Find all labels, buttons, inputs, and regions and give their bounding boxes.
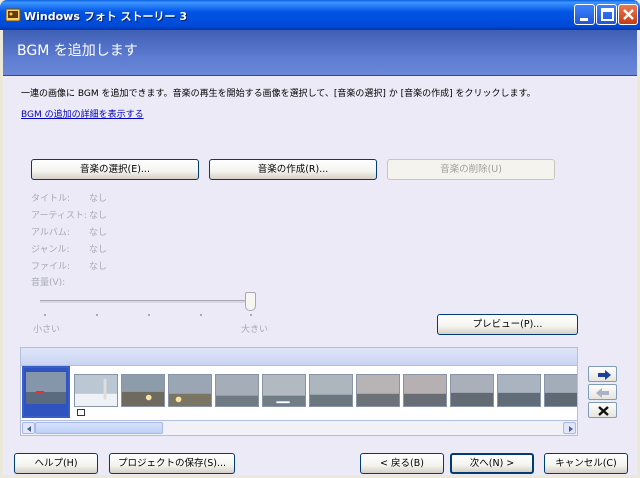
photo-thumbnail [545,375,577,406]
filmstrip-thumbnail-selected[interactable] [22,366,70,418]
photo-thumbnail [404,375,446,406]
photo-thumbnail [122,375,164,406]
slider-tick [250,314,252,316]
genre-value: なし [89,245,108,255]
photo-story-window: Windows フォト ストーリー 3 BGM を追加します 一連の画像に BG… [0,0,640,478]
move-right-button[interactable] [588,366,617,382]
preview-button[interactable]: プレビュー(P)... [437,314,578,335]
arrow-left-icon [596,388,609,398]
volume-min-label: 小さい [33,325,61,335]
filmstrip[interactable] [20,366,578,420]
filmstrip-thumbnail[interactable] [168,374,212,407]
remove-picture-button[interactable] [588,402,617,418]
scroll-left-button[interactable] [22,422,35,434]
filmstrip-scrollbar[interactable] [20,420,578,436]
photo-thumbnail [357,375,399,406]
volume-slider-track[interactable] [40,300,252,303]
filmstrip-thumbnail[interactable] [497,374,541,407]
page-title: BGM を追加します [17,43,138,59]
volume-slider-thumb[interactable] [245,292,256,311]
photo-thumbnail [75,375,117,406]
wizard-content: 一連の画像に BGM を追加できます。音楽の再生を開始する画像を選択して、[音楽… [3,76,637,475]
photo-thumbnail [216,375,258,406]
minimize-button[interactable] [574,4,595,25]
file-label: ファイル: [31,262,71,272]
volume-label: 音量(V): [31,278,66,288]
filmstrip-header [20,347,578,366]
photo-thumbnail [26,372,66,404]
slider-tick [96,314,98,316]
filmstrip-thumbnail[interactable] [262,374,306,407]
genre-label: ジャンル: [31,245,70,255]
filmstrip-thumbnail[interactable] [121,374,165,407]
music-start-marker-icon [77,409,85,416]
filmstrip-thumbnail[interactable] [403,374,447,407]
file-value: なし [89,262,108,272]
details-link[interactable]: BGM の追加の詳細を表示する [21,107,144,120]
scroll-right-button[interactable] [563,422,576,434]
close-icon [623,9,634,20]
maximize-button[interactable] [596,4,617,25]
delete-x-icon [598,406,609,416]
arrow-right-icon [569,426,573,432]
select-music-button[interactable]: 音楽の選択(E)... [31,159,199,180]
photo-thumbnail [169,375,211,406]
photo-thumbnail [498,375,540,406]
instruction-text: 一連の画像に BGM を追加できます。音楽の再生を開始する画像を選択して、[音楽… [21,89,536,99]
cancel-button[interactable]: キャンセル(C) [544,453,628,474]
artist-value: なし [89,211,108,221]
album-value: なし [89,228,108,238]
album-label: アルバム: [31,228,70,238]
next-button[interactable]: 次へ(N) > [450,453,534,474]
filmstrip-thumbnail[interactable] [450,374,494,407]
filmstrip-thumbnail[interactable] [215,374,259,407]
slider-tick [200,314,202,316]
filmstrip-thumbnail[interactable] [74,374,118,407]
delete-music-button[interactable]: 音楽の削除(U) [387,159,555,180]
close-button[interactable] [618,4,638,25]
maximize-icon [601,8,614,21]
photo-thumbnail [310,375,352,406]
move-left-button[interactable] [588,384,617,400]
photo-story-app-icon [5,8,21,22]
save-project-button[interactable]: プロジェクトの保存(S)... [109,453,235,474]
photo-thumbnail [451,375,493,406]
help-button[interactable]: ヘルプ(H) [14,453,98,474]
slider-tick [148,314,150,316]
arrow-right-icon [598,370,611,380]
photo-thumbnail [263,375,305,406]
wizard-header: BGM を追加します [3,30,637,76]
back-button[interactable]: < 戻る(B) [360,453,444,474]
artist-label: アーティスト: [31,211,87,221]
title-value: なし [89,194,108,204]
minimize-icon [580,18,588,21]
filmstrip-thumbnail[interactable] [356,374,400,407]
scrollbar-thumb[interactable] [35,422,163,434]
title-label: タイトル: [31,194,71,204]
window-title: Windows フォト ストーリー 3 [24,10,188,23]
filmstrip-thumbnail[interactable] [309,374,353,407]
filmstrip-thumbnail[interactable] [544,374,577,407]
volume-max-label: 大きい [241,325,269,335]
create-music-button[interactable]: 音楽の作成(R)... [209,159,377,180]
title-bar[interactable]: Windows フォト ストーリー 3 [0,0,640,30]
slider-tick [44,314,46,316]
